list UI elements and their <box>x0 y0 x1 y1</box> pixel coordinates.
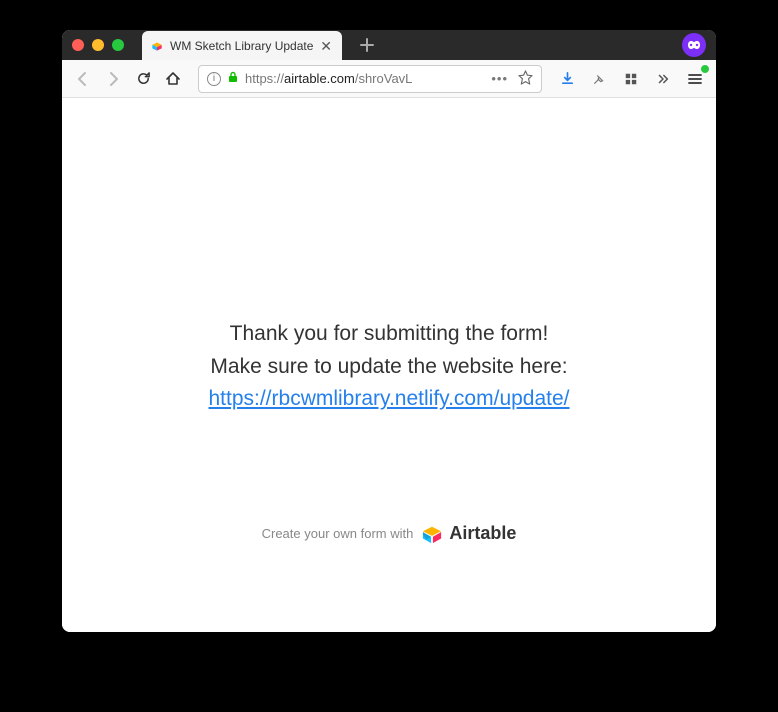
new-tab-button[interactable] <box>356 34 378 56</box>
home-button[interactable] <box>160 66 186 92</box>
url-actions: ••• <box>491 70 533 88</box>
url-domain: airtable.com <box>284 71 355 86</box>
footer-text: Create your own form with <box>262 526 414 541</box>
close-window-button[interactable] <box>72 39 84 51</box>
pin-icon[interactable] <box>586 66 612 92</box>
traffic-lights <box>72 39 124 51</box>
lock-icon <box>227 71 239 86</box>
airtable-logo[interactable]: Airtable <box>421 523 516 544</box>
browser-tab[interactable]: WM Sketch Library Update ✕ <box>142 31 342 61</box>
titlebar: WM Sketch Library Update ✕ <box>62 30 716 60</box>
overflow-icon[interactable] <box>650 66 676 92</box>
page-actions-icon[interactable]: ••• <box>491 71 508 86</box>
url-prefix: https:// <box>245 71 284 86</box>
confirmation-line-1: Thank you for submitting the form! <box>230 319 549 348</box>
menu-button[interactable] <box>682 66 708 92</box>
airtable-favicon-icon <box>150 39 164 53</box>
forward-button[interactable] <box>100 66 126 92</box>
toolbar-right <box>554 66 708 92</box>
site-info-icon[interactable]: i <box>207 72 221 86</box>
url-path: /shroVavL <box>355 71 413 86</box>
update-badge-icon <box>700 64 710 74</box>
url-text: https://airtable.com/shroVavL <box>245 71 485 86</box>
extensions-icon[interactable] <box>618 66 644 92</box>
toolbar: i https://airtable.com/shroVavL ••• <box>62 60 716 98</box>
page-content: Thank you for submitting the form! Make … <box>62 98 716 632</box>
back-button[interactable] <box>70 66 96 92</box>
confirmation-line-2: Make sure to update the website here: <box>210 352 567 381</box>
airtable-brand-name: Airtable <box>449 523 516 544</box>
url-bar[interactable]: i https://airtable.com/shroVavL ••• <box>198 65 542 93</box>
browser-window: WM Sketch Library Update ✕ i ht <box>62 30 716 632</box>
reload-button[interactable] <box>130 66 156 92</box>
downloads-button[interactable] <box>554 66 580 92</box>
footer: Create your own form with Airtable <box>262 523 517 544</box>
bookmark-star-icon[interactable] <box>518 70 533 88</box>
maximize-window-button[interactable] <box>112 39 124 51</box>
minimize-window-button[interactable] <box>92 39 104 51</box>
tab-title: WM Sketch Library Update <box>170 39 314 53</box>
private-browsing-icon[interactable] <box>682 33 706 57</box>
airtable-cube-icon <box>421 524 443 544</box>
update-link[interactable]: https://rbcwmlibrary.netlify.com/update/ <box>208 387 569 411</box>
tab-close-icon[interactable]: ✕ <box>320 38 332 55</box>
